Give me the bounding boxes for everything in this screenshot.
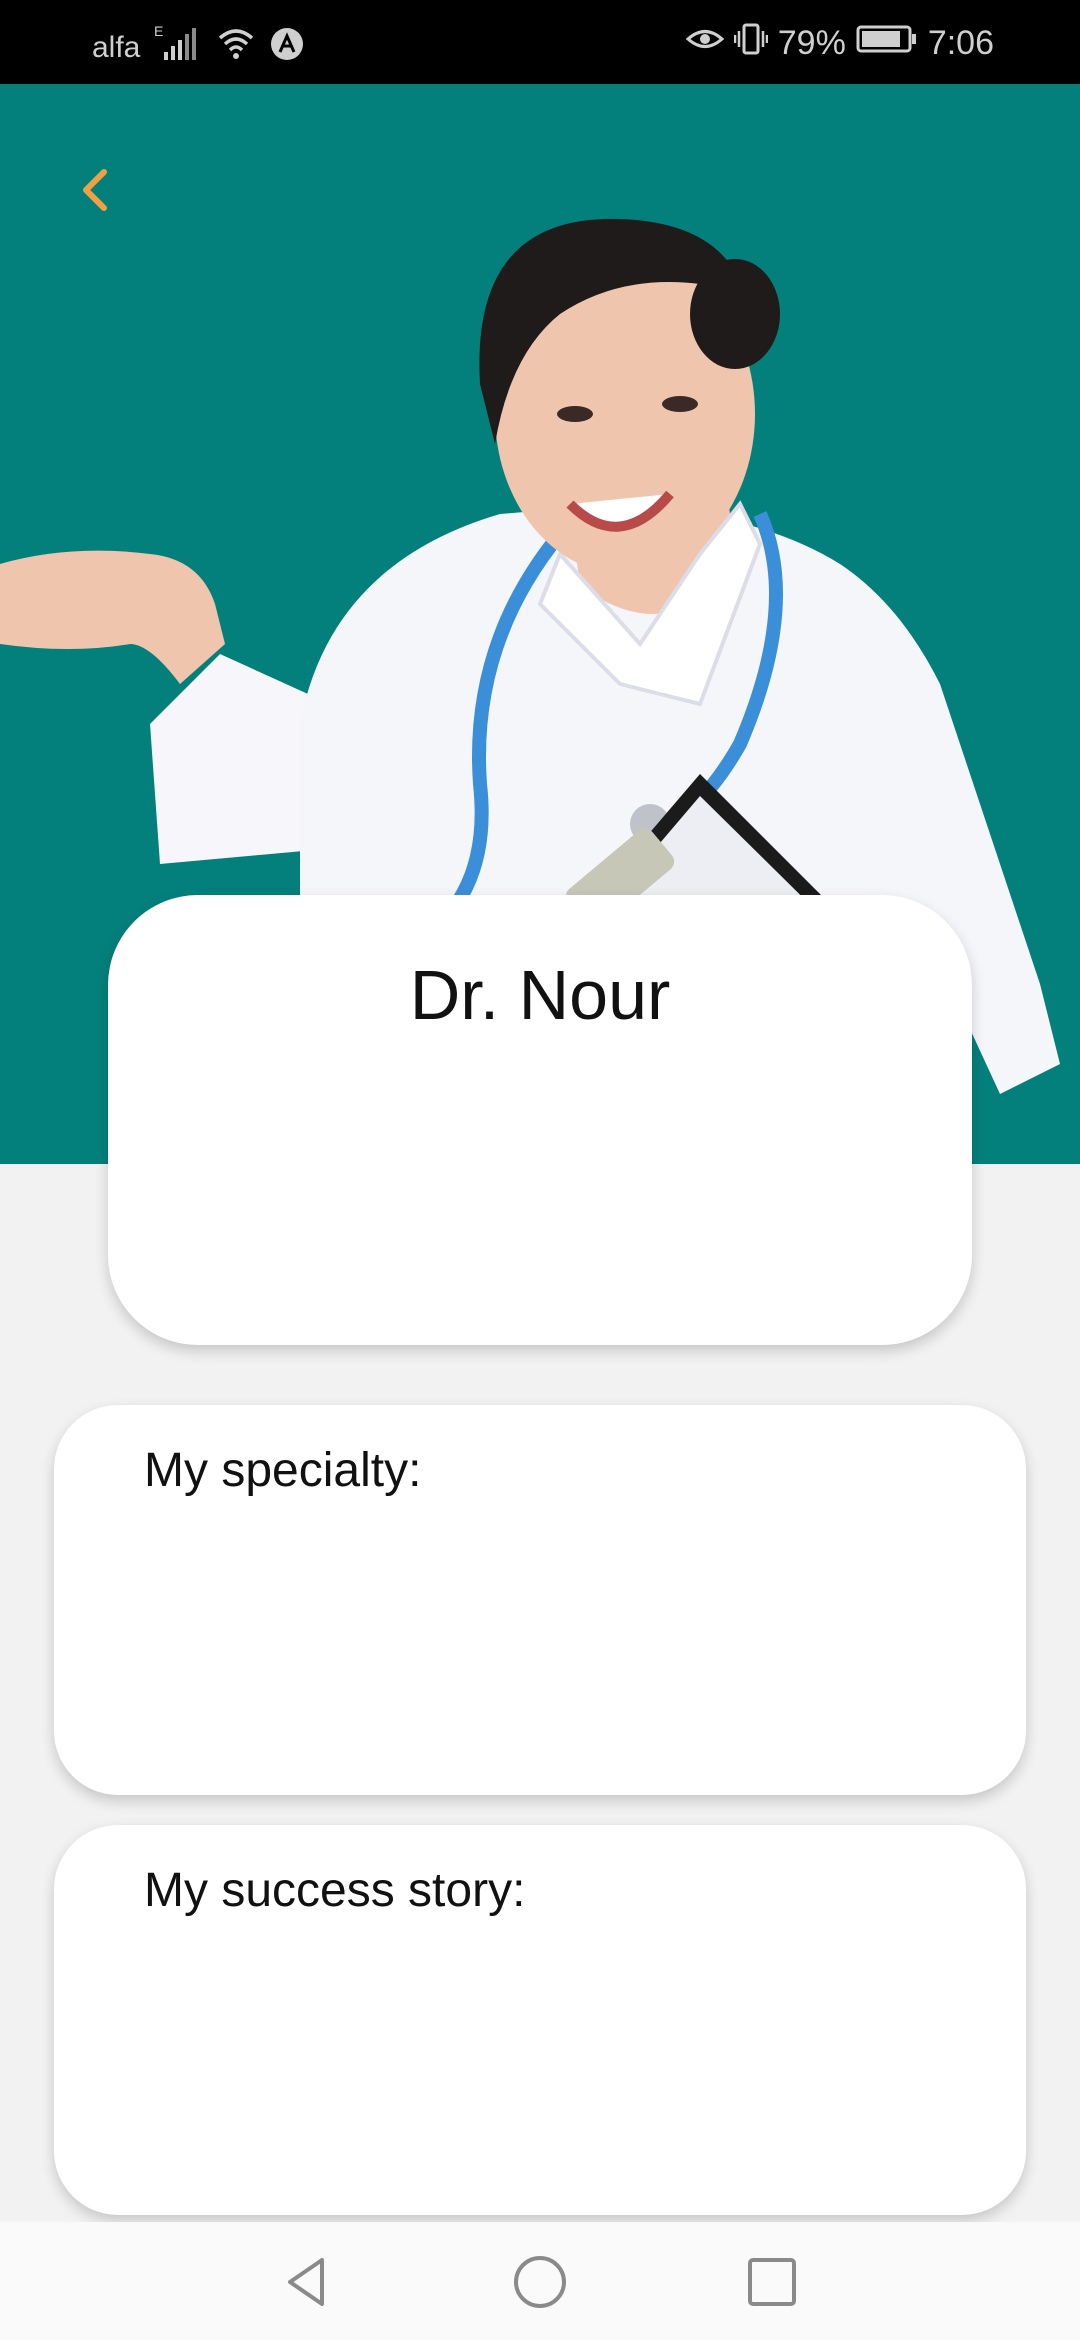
specialty-label: My specialty: bbox=[144, 1444, 422, 1497]
home-circle-icon bbox=[514, 2256, 566, 2308]
doctor-name: Dr. Nour bbox=[409, 956, 671, 1034]
eye-icon bbox=[685, 24, 725, 63]
doctor-profile-screen: alfa E 79% 7:06 Dr. Nour My specialty: M… bbox=[0, 0, 1080, 2340]
back-button[interactable] bbox=[60, 154, 130, 224]
back-triangle-icon bbox=[288, 2258, 324, 2306]
nav-recents-button[interactable] bbox=[742, 2252, 802, 2312]
app-notification-icon bbox=[270, 27, 304, 69]
status-bar-left: alfa E bbox=[92, 23, 304, 72]
clock: 7:06 bbox=[927, 24, 994, 62]
battery-icon bbox=[856, 24, 918, 63]
signal-icon: E bbox=[154, 23, 202, 72]
status-bar-right: 79% 7:06 bbox=[685, 22, 994, 65]
success-story-card: My success story: bbox=[54, 1825, 1026, 2215]
success-story-label: My success story: bbox=[144, 1864, 526, 1917]
status-bar: alfa E 79% 7:06 bbox=[0, 0, 1080, 84]
system-navigation-bar bbox=[0, 2222, 1080, 2340]
carrier-label: alfa bbox=[92, 31, 141, 64]
doctor-name-card: Dr. Nour bbox=[108, 895, 972, 1345]
chevron-left-icon bbox=[83, 169, 107, 211]
nav-home-button[interactable] bbox=[510, 2252, 570, 2312]
specialty-card: My specialty: bbox=[54, 1405, 1026, 1795]
nav-back-button[interactable] bbox=[278, 2252, 338, 2312]
battery-percent: 79% bbox=[777, 24, 846, 62]
recents-square-icon bbox=[748, 2258, 796, 2306]
vibrate-icon bbox=[733, 22, 768, 65]
network-type-label: E bbox=[154, 24, 163, 39]
wifi-icon bbox=[216, 26, 256, 70]
